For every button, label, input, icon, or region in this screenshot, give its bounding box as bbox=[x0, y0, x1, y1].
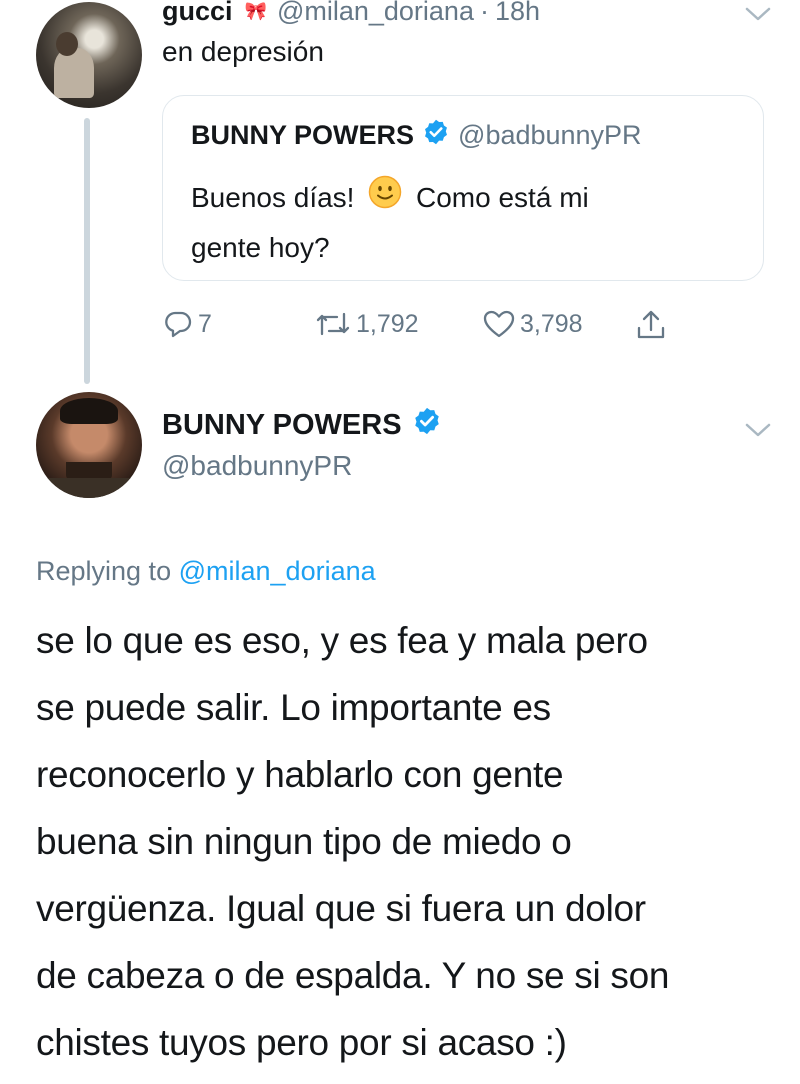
reply-text-line: reconocerlo y hablarlo con gente bbox=[36, 754, 564, 795]
quoted-handle: @badbunnyPR bbox=[458, 120, 642, 150]
thread-connector-line bbox=[84, 118, 90, 384]
smiley-emoji-icon bbox=[368, 175, 402, 224]
parent-display-name[interactable]: gucci bbox=[162, 0, 233, 27]
reply-handle[interactable]: @badbunnyPR bbox=[162, 450, 352, 482]
reply-count: 7 bbox=[198, 309, 212, 338]
reply-header: BUNNY POWERS bbox=[162, 406, 442, 444]
reply-text-line: se lo que es eso, y es fea y mala pero bbox=[36, 620, 648, 661]
retweet-count: 1,792 bbox=[356, 309, 419, 338]
parent-avatar[interactable] bbox=[36, 2, 142, 108]
quoted-text-line2: gente hoy? bbox=[191, 232, 330, 264]
parent-handle[interactable]: @milan_doriana bbox=[277, 0, 474, 27]
replying-to-link[interactable]: @milan_doriana bbox=[179, 556, 376, 586]
retweet-icon bbox=[316, 312, 350, 336]
reply-display-name[interactable]: BUNNY POWERS bbox=[162, 409, 402, 442]
quoted-tweet-card[interactable]: BUNNY POWERS @badbunnyPR Buenos días! Co… bbox=[162, 95, 764, 281]
reply-more-chevron-icon[interactable] bbox=[744, 422, 772, 443]
reply-text-line: chistes tuyos pero por si acaso :) bbox=[36, 1022, 567, 1063]
retweet-action[interactable]: 1,792 bbox=[314, 308, 419, 340]
parent-timestamp[interactable]: 18h bbox=[495, 0, 540, 27]
reply-text-line: vergüenza. Igual que si fuera un dolor bbox=[36, 888, 646, 929]
share-action[interactable] bbox=[634, 308, 672, 342]
quoted-text-part1: Buenos días! bbox=[191, 182, 355, 213]
parent-tweet-text: en depresión bbox=[162, 36, 324, 67]
heart-icon bbox=[483, 310, 515, 338]
verified-badge-icon bbox=[422, 118, 450, 153]
reply-action[interactable]: 7 bbox=[162, 308, 212, 340]
replying-to: Replying to @milan_doriana bbox=[36, 556, 376, 587]
reply-text-line: de cabeza o de espalda. Y no se si son bbox=[36, 955, 670, 996]
like-count: 3,798 bbox=[520, 309, 583, 338]
reply-tweet-text: se lo que es eso, y es fea y mala pero s… bbox=[36, 607, 669, 1076]
parent-header: gucci 🎀 @milan_doriana · 18h bbox=[162, 0, 540, 28]
reply-text-line: buena sin ningun tipo de miedo o bbox=[36, 821, 572, 862]
parent-more-chevron-icon[interactable] bbox=[744, 6, 772, 27]
share-icon bbox=[637, 310, 665, 339]
separator-dot: · bbox=[479, 0, 489, 26]
reply-avatar[interactable] bbox=[36, 392, 142, 498]
verified-badge-icon bbox=[412, 406, 442, 444]
like-action[interactable]: 3,798 bbox=[482, 308, 583, 340]
replying-to-label: Replying to bbox=[36, 556, 172, 586]
reply-icon bbox=[165, 311, 192, 338]
quoted-text: Buenos días! Como está mi gente hoy? bbox=[191, 174, 589, 272]
quoted-text-part2: Como está mi bbox=[416, 182, 589, 213]
bow-emoji-icon: 🎀 bbox=[244, 0, 267, 21]
quoted-header: BUNNY POWERS @badbunnyPR bbox=[191, 118, 642, 153]
quoted-display-name: BUNNY POWERS bbox=[191, 120, 415, 150]
reply-text-line: se puede salir. Lo importante es bbox=[36, 687, 551, 728]
